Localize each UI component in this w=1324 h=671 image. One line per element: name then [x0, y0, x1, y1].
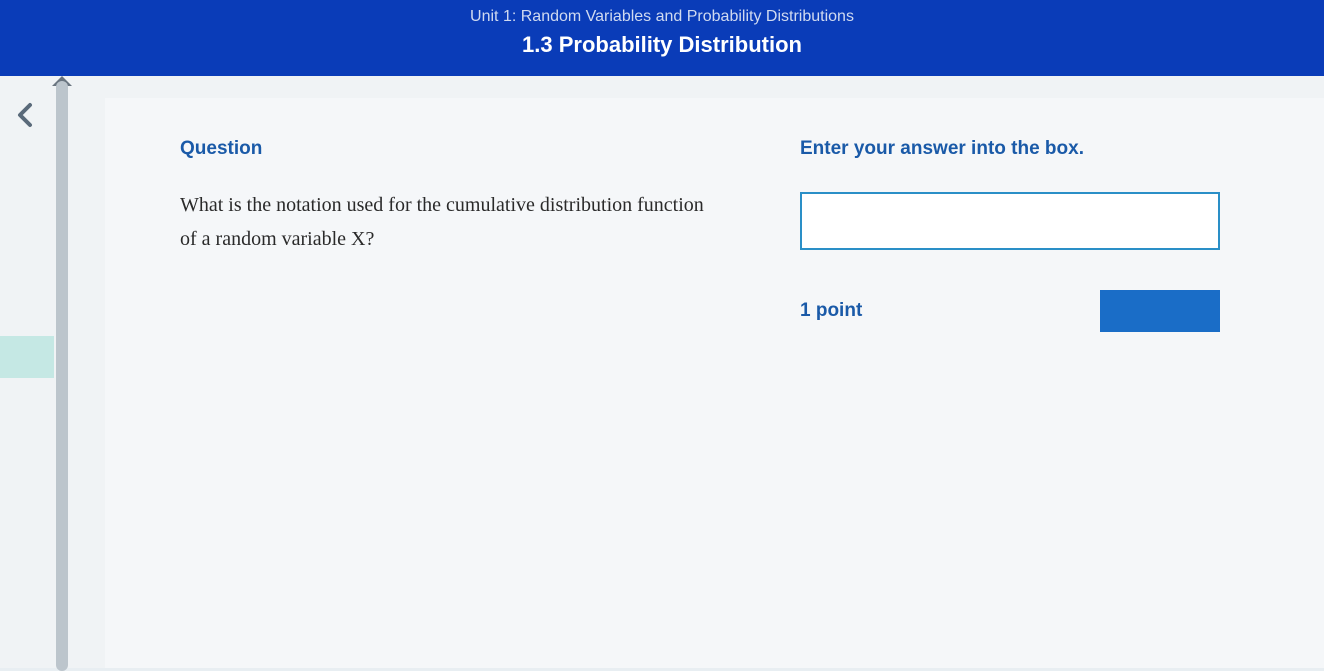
answer-input[interactable]: [800, 192, 1220, 250]
question-column: Question What is the notation used for t…: [180, 138, 710, 332]
progress-scrollbar[interactable]: [56, 81, 68, 671]
main-panel: Question What is the notation used for t…: [105, 98, 1324, 668]
page-header: Unit 1: Random Variables and Probability…: [0, 0, 1324, 76]
answer-column: Enter your answer into the box. 1 point: [800, 138, 1324, 332]
unit-title: Unit 1: Random Variables and Probability…: [0, 8, 1324, 26]
side-highlight: [0, 336, 54, 378]
submit-button[interactable]: [1100, 290, 1220, 332]
answer-instruction: Enter your answer into the box.: [800, 138, 1324, 160]
points-label: 1 point: [800, 300, 862, 322]
content-wrapper: Question What is the notation used for t…: [0, 76, 1324, 668]
question-label: Question: [180, 138, 710, 160]
back-button[interactable]: [15, 101, 35, 134]
question-text: What is the notation used for the cumula…: [180, 188, 710, 256]
chevron-left-icon: [15, 101, 35, 129]
section-title: 1.3 Probability Distribution: [0, 32, 1324, 58]
